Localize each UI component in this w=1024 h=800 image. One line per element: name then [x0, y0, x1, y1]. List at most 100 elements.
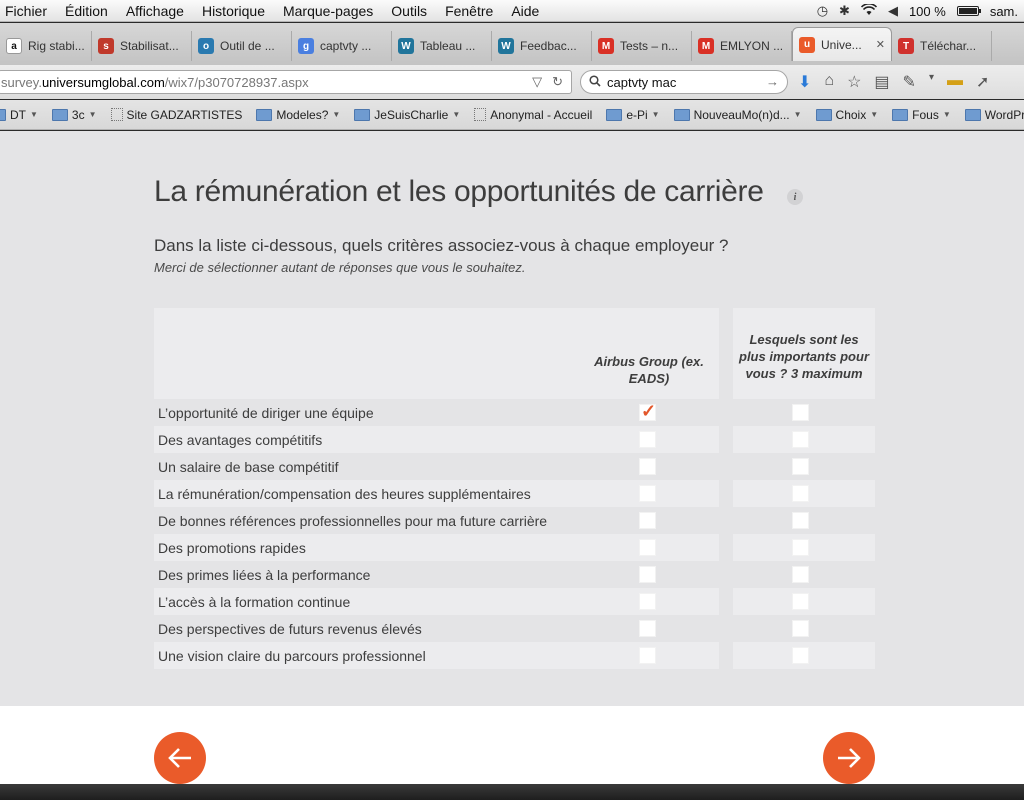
- menu-item[interactable]: Fenêtre: [436, 3, 502, 19]
- reload-icon[interactable]: ↻: [552, 74, 563, 90]
- importance-checkbox[interactable]: [792, 431, 809, 448]
- criteria-row: Une vision claire du parcours profession…: [154, 642, 875, 669]
- survey-footer: [0, 706, 1024, 784]
- desktop-background-strip: [0, 784, 1024, 800]
- criteria-label: L’accès à la formation continue: [154, 588, 719, 615]
- tab-label: EMLYON ...: [720, 39, 784, 53]
- url-field[interactable]: survey. universumglobal.com/wix7/p3070728…: [0, 70, 572, 94]
- bookmark-item[interactable]: Modeles? ▼: [256, 108, 340, 122]
- criteria-grid: Airbus Group (ex. EADS) Lesquels sont le…: [154, 308, 875, 669]
- menu-item[interactable]: Édition: [56, 3, 117, 19]
- criteria-row: Un salaire de base compétitif: [154, 453, 875, 480]
- url-domain: universumglobal.com: [41, 74, 165, 90]
- importance-checkbox[interactable]: [792, 512, 809, 529]
- battery-icon[interactable]: [956, 6, 981, 16]
- page-title: La rémunération et les opportunités de c…: [154, 175, 764, 208]
- bookmark-item[interactable]: Anonymal - Accueil: [474, 108, 592, 122]
- employer-checkbox[interactable]: [639, 431, 656, 448]
- toolbar-icons: ⬇ ⌂ ☆ ▤ ✎ ▾ ▬ ➚: [798, 72, 989, 92]
- extension-icon[interactable]: ▬: [947, 72, 963, 92]
- importance-checkbox[interactable]: [792, 566, 809, 583]
- browser-tab[interactable]: s Stabilisat...: [92, 31, 192, 61]
- bookmark-item[interactable]: Site GADZARTISTES: [110, 107, 243, 122]
- bookmark-star-dropdown-icon[interactable]: ▽: [532, 74, 542, 90]
- bookmark-item[interactable]: WordPre▼: [964, 108, 1024, 122]
- search-field[interactable]: captvty mac →: [580, 70, 788, 94]
- employer-checkbox[interactable]: [639, 647, 656, 664]
- importance-checkbox[interactable]: [792, 620, 809, 637]
- status-area: ◷ ✱ ◀ 100 % sam.: [817, 0, 1024, 22]
- info-icon[interactable]: i: [787, 189, 803, 205]
- criteria-row: La rémunération/compensation des heures …: [154, 480, 875, 507]
- employer-checkbox[interactable]: [639, 539, 656, 556]
- bookmark-item[interactable]: JeSuisCharlie ▼: [354, 108, 460, 122]
- home-icon[interactable]: ⌂: [824, 72, 834, 92]
- browser-tab[interactable]: M EMLYON ...: [692, 31, 792, 61]
- bookmark-item[interactable]: Fous ▼: [892, 108, 951, 122]
- page-icon: [110, 108, 123, 121]
- browser-tab[interactable]: W Feedbac...: [492, 31, 592, 61]
- browser-tab[interactable]: u Unive... ✕: [792, 27, 892, 61]
- browser-tab[interactable]: o Outil de ...: [192, 31, 292, 61]
- folder-icon: [892, 108, 909, 121]
- menu-item[interactable]: Aide: [502, 3, 548, 19]
- importance-checkbox[interactable]: [792, 404, 809, 421]
- battery-fill: [958, 8, 977, 14]
- menu-item[interactable]: Historique: [193, 3, 274, 19]
- menu-caret-icon[interactable]: ▾: [929, 72, 934, 92]
- employer-checkbox[interactable]: [639, 566, 656, 583]
- share-icon[interactable]: ➚: [976, 72, 989, 92]
- employer-checkbox[interactable]: [639, 458, 656, 475]
- tab-strip: a Rig stabi... s Stabilisat... o Outil de ...…: [0, 23, 1024, 65]
- folder-icon: [673, 108, 690, 121]
- menu-item[interactable]: Marque-pages: [274, 3, 382, 19]
- download-icon[interactable]: ⬇: [798, 72, 811, 92]
- bookmark-label: Site GADZARTISTES: [126, 107, 243, 122]
- importance-checkbox[interactable]: [792, 485, 809, 502]
- next-button[interactable]: [823, 732, 875, 784]
- column-header-importance-label: Lesquels sont les plus importants pour v…: [739, 332, 869, 381]
- browser-tab[interactable]: g captvty ...: [292, 31, 392, 61]
- volume-icon[interactable]: ◀: [888, 3, 898, 19]
- bookmark-item[interactable]: 3c ▼: [51, 107, 97, 122]
- bookmark-item[interactable]: DT ▼: [0, 108, 38, 122]
- chevron-down-icon: ▼: [942, 110, 951, 119]
- importance-checkbox[interactable]: [792, 458, 809, 475]
- bookmark-item[interactable]: Choix ▼: [815, 107, 878, 122]
- bluetooth-icon[interactable]: ✱: [839, 3, 850, 19]
- eyedropper-icon[interactable]: ✎: [903, 72, 916, 92]
- criteria-label: Des avantages compétitifs: [154, 426, 719, 453]
- browser-tab[interactable]: W Tableau ...: [392, 31, 492, 61]
- employer-checkbox[interactable]: [639, 512, 656, 529]
- menu-item[interactable]: Outils: [382, 3, 436, 19]
- star-icon[interactable]: ☆: [847, 72, 861, 92]
- employer-checkbox[interactable]: [639, 620, 656, 637]
- importance-checkbox[interactable]: [792, 593, 809, 610]
- search-go-icon[interactable]: →: [766, 74, 779, 89]
- previous-button[interactable]: [154, 732, 206, 784]
- menu-item[interactable]: Fichier: [0, 3, 56, 19]
- close-tab-icon[interactable]: ✕: [876, 38, 885, 51]
- reading-list-icon[interactable]: ▤: [874, 72, 889, 92]
- time-machine-icon[interactable]: ◷: [817, 3, 828, 19]
- bookmark-item[interactable]: e-Pi ▼: [606, 108, 660, 122]
- menu-item[interactable]: Affichage: [117, 3, 193, 19]
- wordpress-icon: W: [398, 38, 414, 54]
- browser-tab[interactable]: a Rig stabi...: [0, 31, 92, 61]
- bookmark-label: 3c: [71, 107, 85, 122]
- user-name[interactable]: sam.: [990, 4, 1018, 19]
- employer-checkbox[interactable]: [639, 485, 656, 502]
- browser-tab[interactable]: T Téléchar...: [892, 31, 992, 61]
- employer-checkbox[interactable]: ✓: [639, 402, 656, 421]
- browser-tab[interactable]: M Tests – n...: [592, 31, 692, 61]
- importance-checkbox[interactable]: [792, 539, 809, 556]
- criteria-label: Des perspectives de futurs revenus élevé…: [158, 620, 422, 637]
- bookmark-item[interactable]: NouveauMo(n)d... ▼: [673, 108, 802, 122]
- bookmark-label: Choix: [835, 107, 867, 122]
- folder-icon: [964, 108, 981, 121]
- search-value: captvty mac: [607, 74, 677, 90]
- employer-checkbox[interactable]: [639, 593, 656, 610]
- criteria-row: Des avantages compétitifs: [154, 426, 875, 453]
- wifi-icon[interactable]: [860, 2, 878, 19]
- importance-checkbox[interactable]: [792, 647, 809, 664]
